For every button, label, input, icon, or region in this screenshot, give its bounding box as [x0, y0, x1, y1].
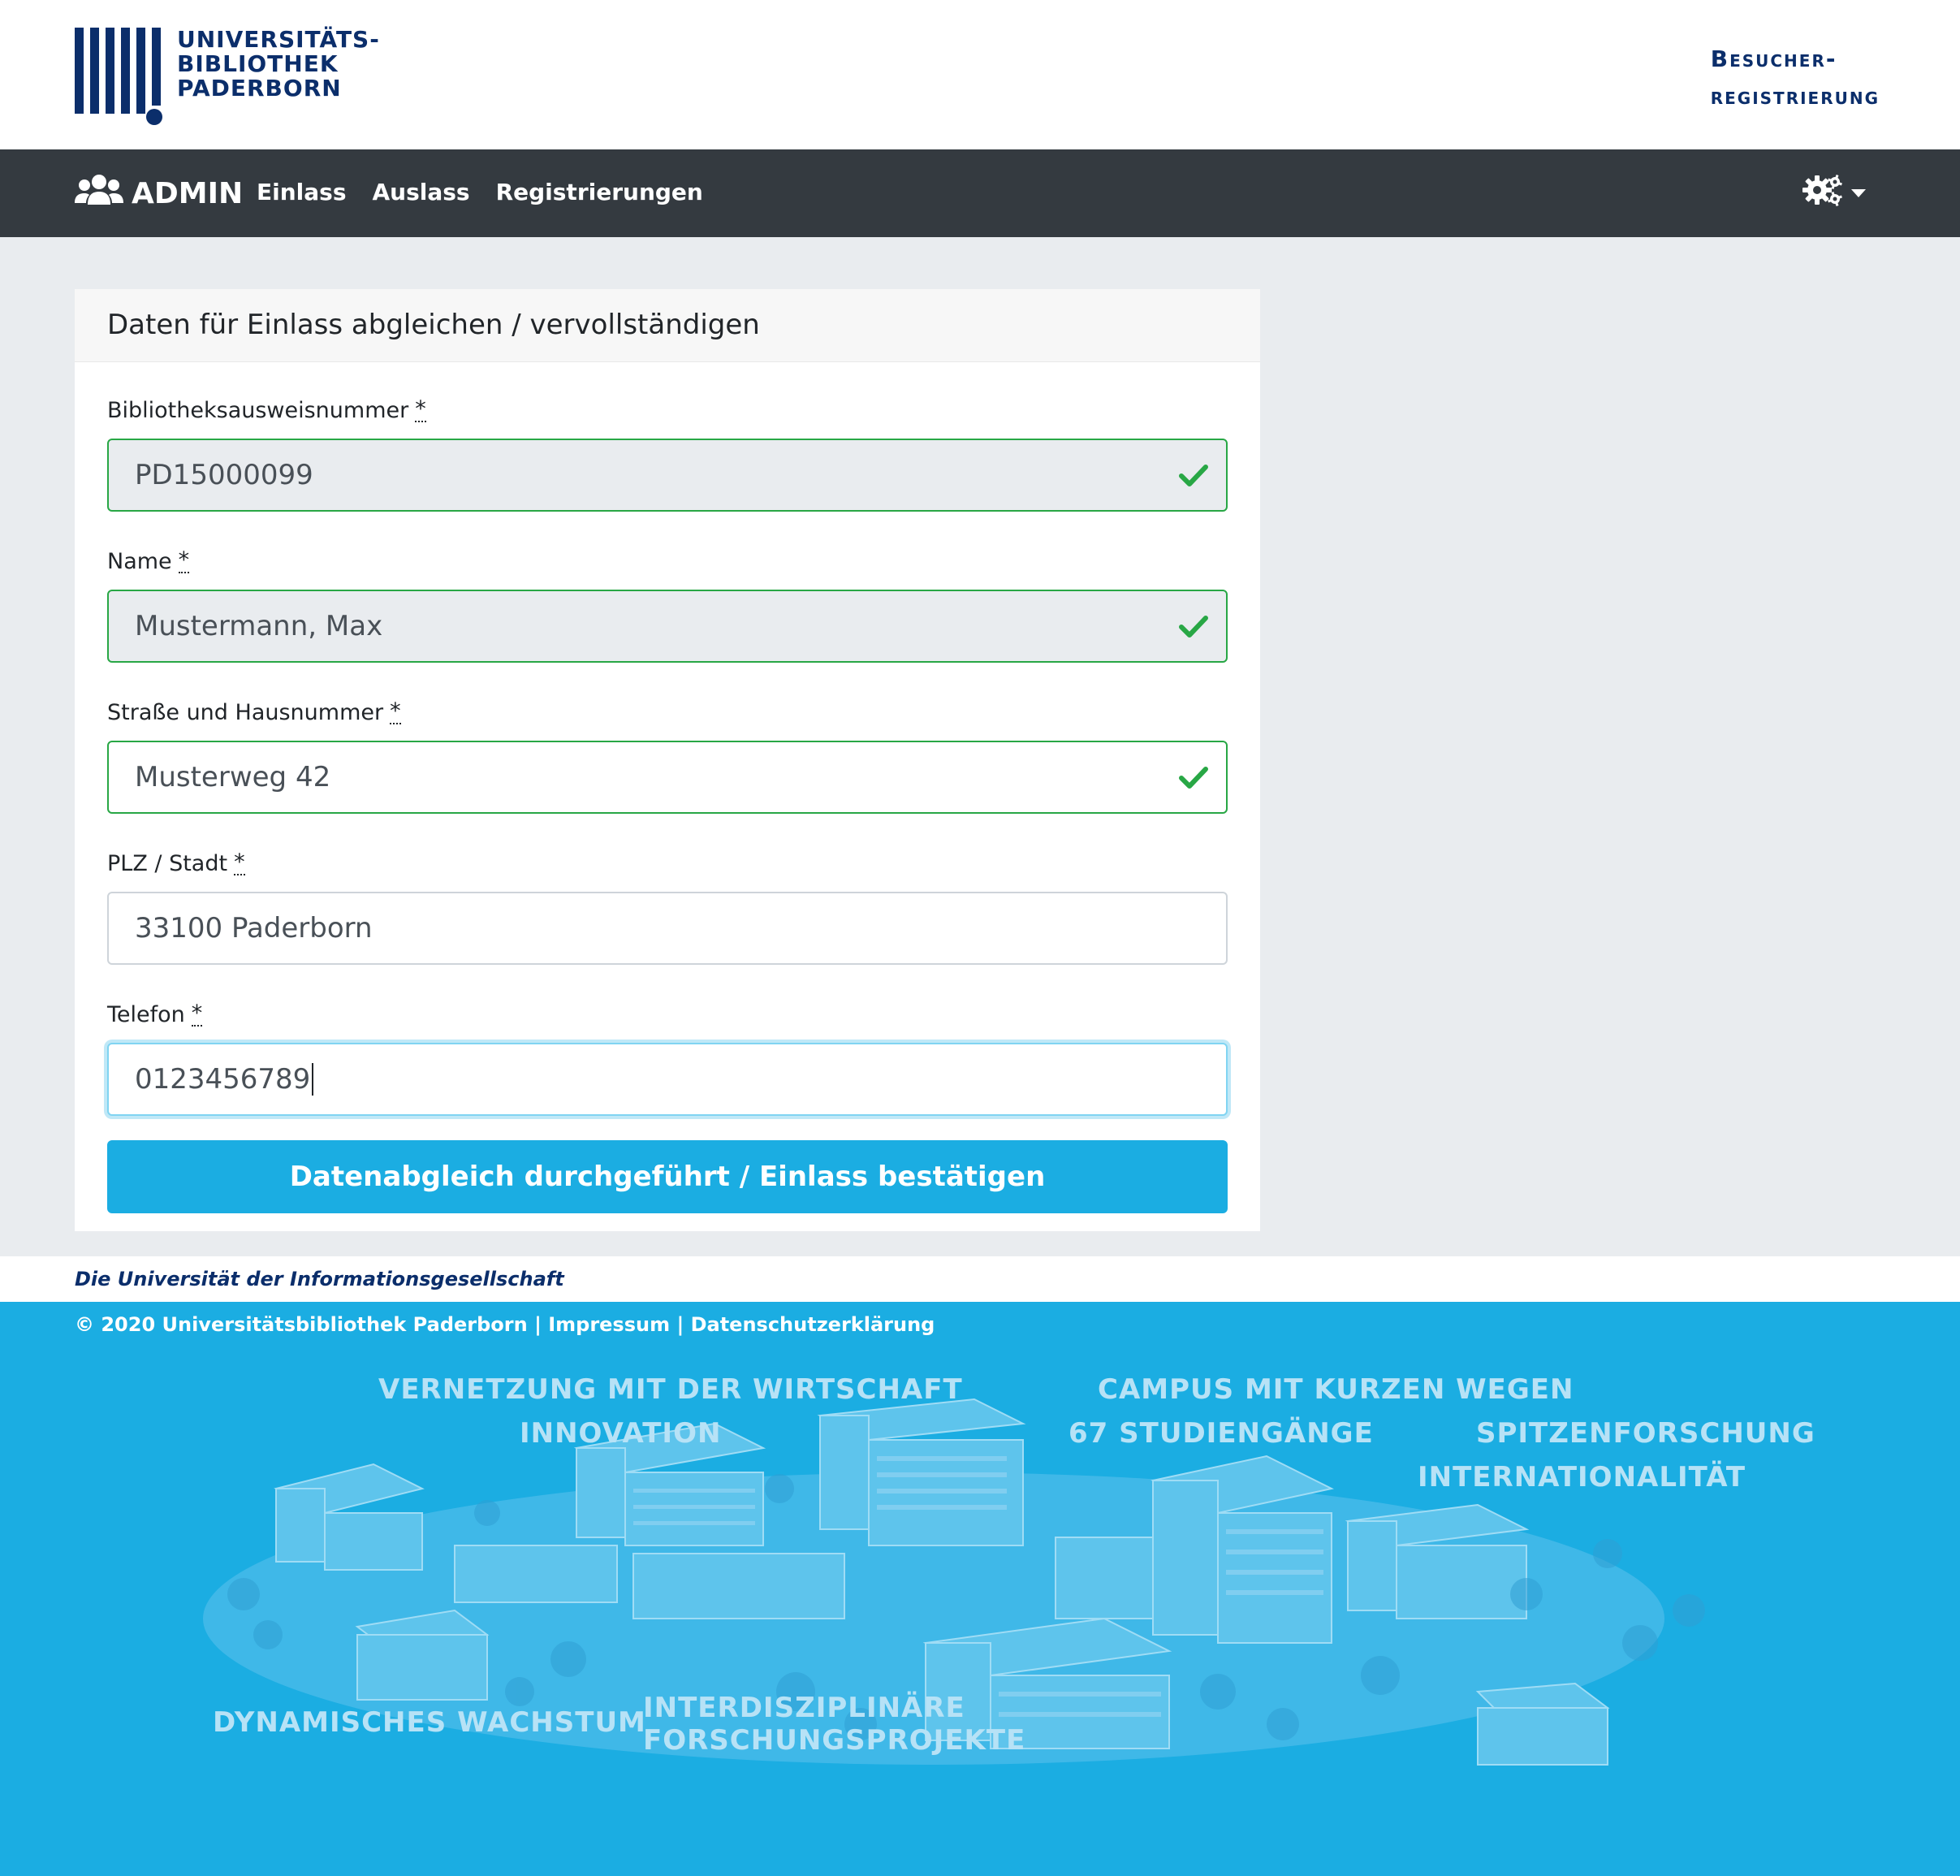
field-value: 0123456789 — [135, 1063, 311, 1096]
slogan: INTERDISZIPLINÄRE — [643, 1692, 965, 1724]
name-field[interactable]: Mustermann, Max — [107, 590, 1228, 663]
label-text: Straße und Hausnummer — [107, 699, 384, 725]
slogan: CAMPUS MIT KURZEN WEGEN — [1098, 1373, 1574, 1406]
text-cursor — [312, 1063, 314, 1096]
navbar: ADMIN Einlass Auslass Registrierungen — [0, 149, 1960, 237]
field-label: Bibliotheksausweisnummer * — [107, 395, 1228, 426]
logo-line: BIBLIOTHEK — [177, 50, 339, 77]
university-tagline: Die Universität der Informationsgesellsc… — [75, 1268, 564, 1290]
required-marker: * — [178, 547, 190, 573]
label-text: Telefon — [107, 1001, 185, 1027]
logo-line: UNIVERSITÄTS- — [177, 26, 380, 53]
separator: | — [676, 1313, 684, 1336]
card-title: Daten für Einlass abgleichen / vervollst… — [75, 289, 1260, 362]
zip-city-field[interactable]: 33100 Paderborn — [107, 892, 1228, 965]
logo-mark — [75, 28, 162, 125]
field-label: PLZ / Stadt * — [107, 848, 1228, 879]
field-value: Mustermann, Max — [135, 610, 383, 642]
caret-down-icon — [1851, 189, 1866, 197]
copyright-text: © 2020 Universitätsbibliothek Paderborn — [75, 1313, 528, 1336]
required-marker: * — [191, 1001, 203, 1027]
required-marker: * — [415, 396, 426, 422]
card-body: Bibliotheksausweisnummer * PD15000099 Na… — [75, 362, 1260, 1213]
slogan: INTERNATIONALITÄT — [1418, 1461, 1746, 1493]
field-label: Name * — [107, 546, 1228, 577]
nav-link-einlass[interactable]: Einlass — [257, 179, 346, 205]
impressum-link[interactable]: Impressum — [548, 1313, 670, 1336]
label-text: PLZ / Stadt — [107, 850, 228, 876]
slogan: FORSCHUNGSPROJEKTE — [643, 1724, 1026, 1757]
nav-links: Einlass Auslass Registrierungen — [257, 179, 703, 205]
required-marker: * — [390, 698, 401, 724]
checkmark-icon — [1179, 614, 1208, 646]
gears-icon — [1802, 172, 1845, 211]
field-value: Musterweg 42 — [135, 761, 331, 793]
library-card-number-field[interactable]: PD15000099 — [107, 439, 1228, 512]
label-text: Name — [107, 548, 172, 574]
field-label: Telefon * — [107, 999, 1228, 1030]
site-title-line: registrierung — [1710, 83, 1880, 110]
einlass-form-card: Daten für Einlass abgleichen / vervollst… — [75, 289, 1260, 1231]
logo-text: UNIVERSITÄTS- BIBLIOTHEK PADERBORN — [177, 28, 380, 101]
university-library-logo[interactable]: UNIVERSITÄTS- BIBLIOTHEK PADERBORN — [75, 28, 380, 125]
slogan: VERNETZUNG MIT DER WIRTSCHAFT — [378, 1373, 963, 1406]
phone-field[interactable]: 0123456789 — [107, 1043, 1228, 1116]
slogan: DYNAMISCHES WACHSTUM — [213, 1706, 646, 1739]
site-title: Besucher- registrierung — [1711, 41, 1880, 115]
required-marker: * — [234, 849, 245, 875]
confirm-entry-button[interactable]: Datenabgleich durchgeführt / Einlass bes… — [107, 1140, 1228, 1213]
separator: | — [534, 1313, 542, 1336]
street-field[interactable]: Musterweg 42 — [107, 741, 1228, 814]
field-label: Straße und Hausnummer * — [107, 697, 1228, 728]
navbar-brand[interactable]: ADMIN — [75, 172, 243, 215]
checkmark-icon — [1179, 463, 1208, 495]
brand-label: ADMIN — [132, 177, 244, 210]
users-icon — [75, 172, 132, 215]
footer-copyright: © 2020 Universitätsbibliothek Paderborn … — [75, 1313, 935, 1336]
label-text: Bibliotheksausweisnummer — [107, 397, 409, 423]
field-value: 33100 Paderborn — [135, 912, 373, 944]
datenschutz-link[interactable]: Datenschutzerklärung — [691, 1313, 935, 1336]
nav-link-registrierungen[interactable]: Registrierungen — [496, 179, 703, 205]
slogan: INNOVATION — [520, 1417, 722, 1450]
site-title-line: Besucher- — [1710, 45, 1837, 72]
nav-link-auslass[interactable]: Auslass — [372, 179, 469, 205]
field-value: PD15000099 — [135, 459, 313, 491]
settings-dropdown-toggle[interactable] — [1802, 172, 1866, 211]
site-footer: © 2020 Universitätsbibliothek Paderborn … — [0, 1302, 1960, 1876]
tagline-bar: Die Universität der Informationsgesellsc… — [0, 1256, 1960, 1302]
site-header: UNIVERSITÄTS- BIBLIOTHEK PADERBORN Besuc… — [0, 0, 1960, 149]
checkmark-icon — [1179, 765, 1208, 798]
slogan: 67 STUDIENGÄNGE — [1069, 1417, 1374, 1450]
logo-line: PADERBORN — [177, 75, 342, 102]
slogan: SPITZENFORSCHUNG — [1476, 1417, 1815, 1450]
